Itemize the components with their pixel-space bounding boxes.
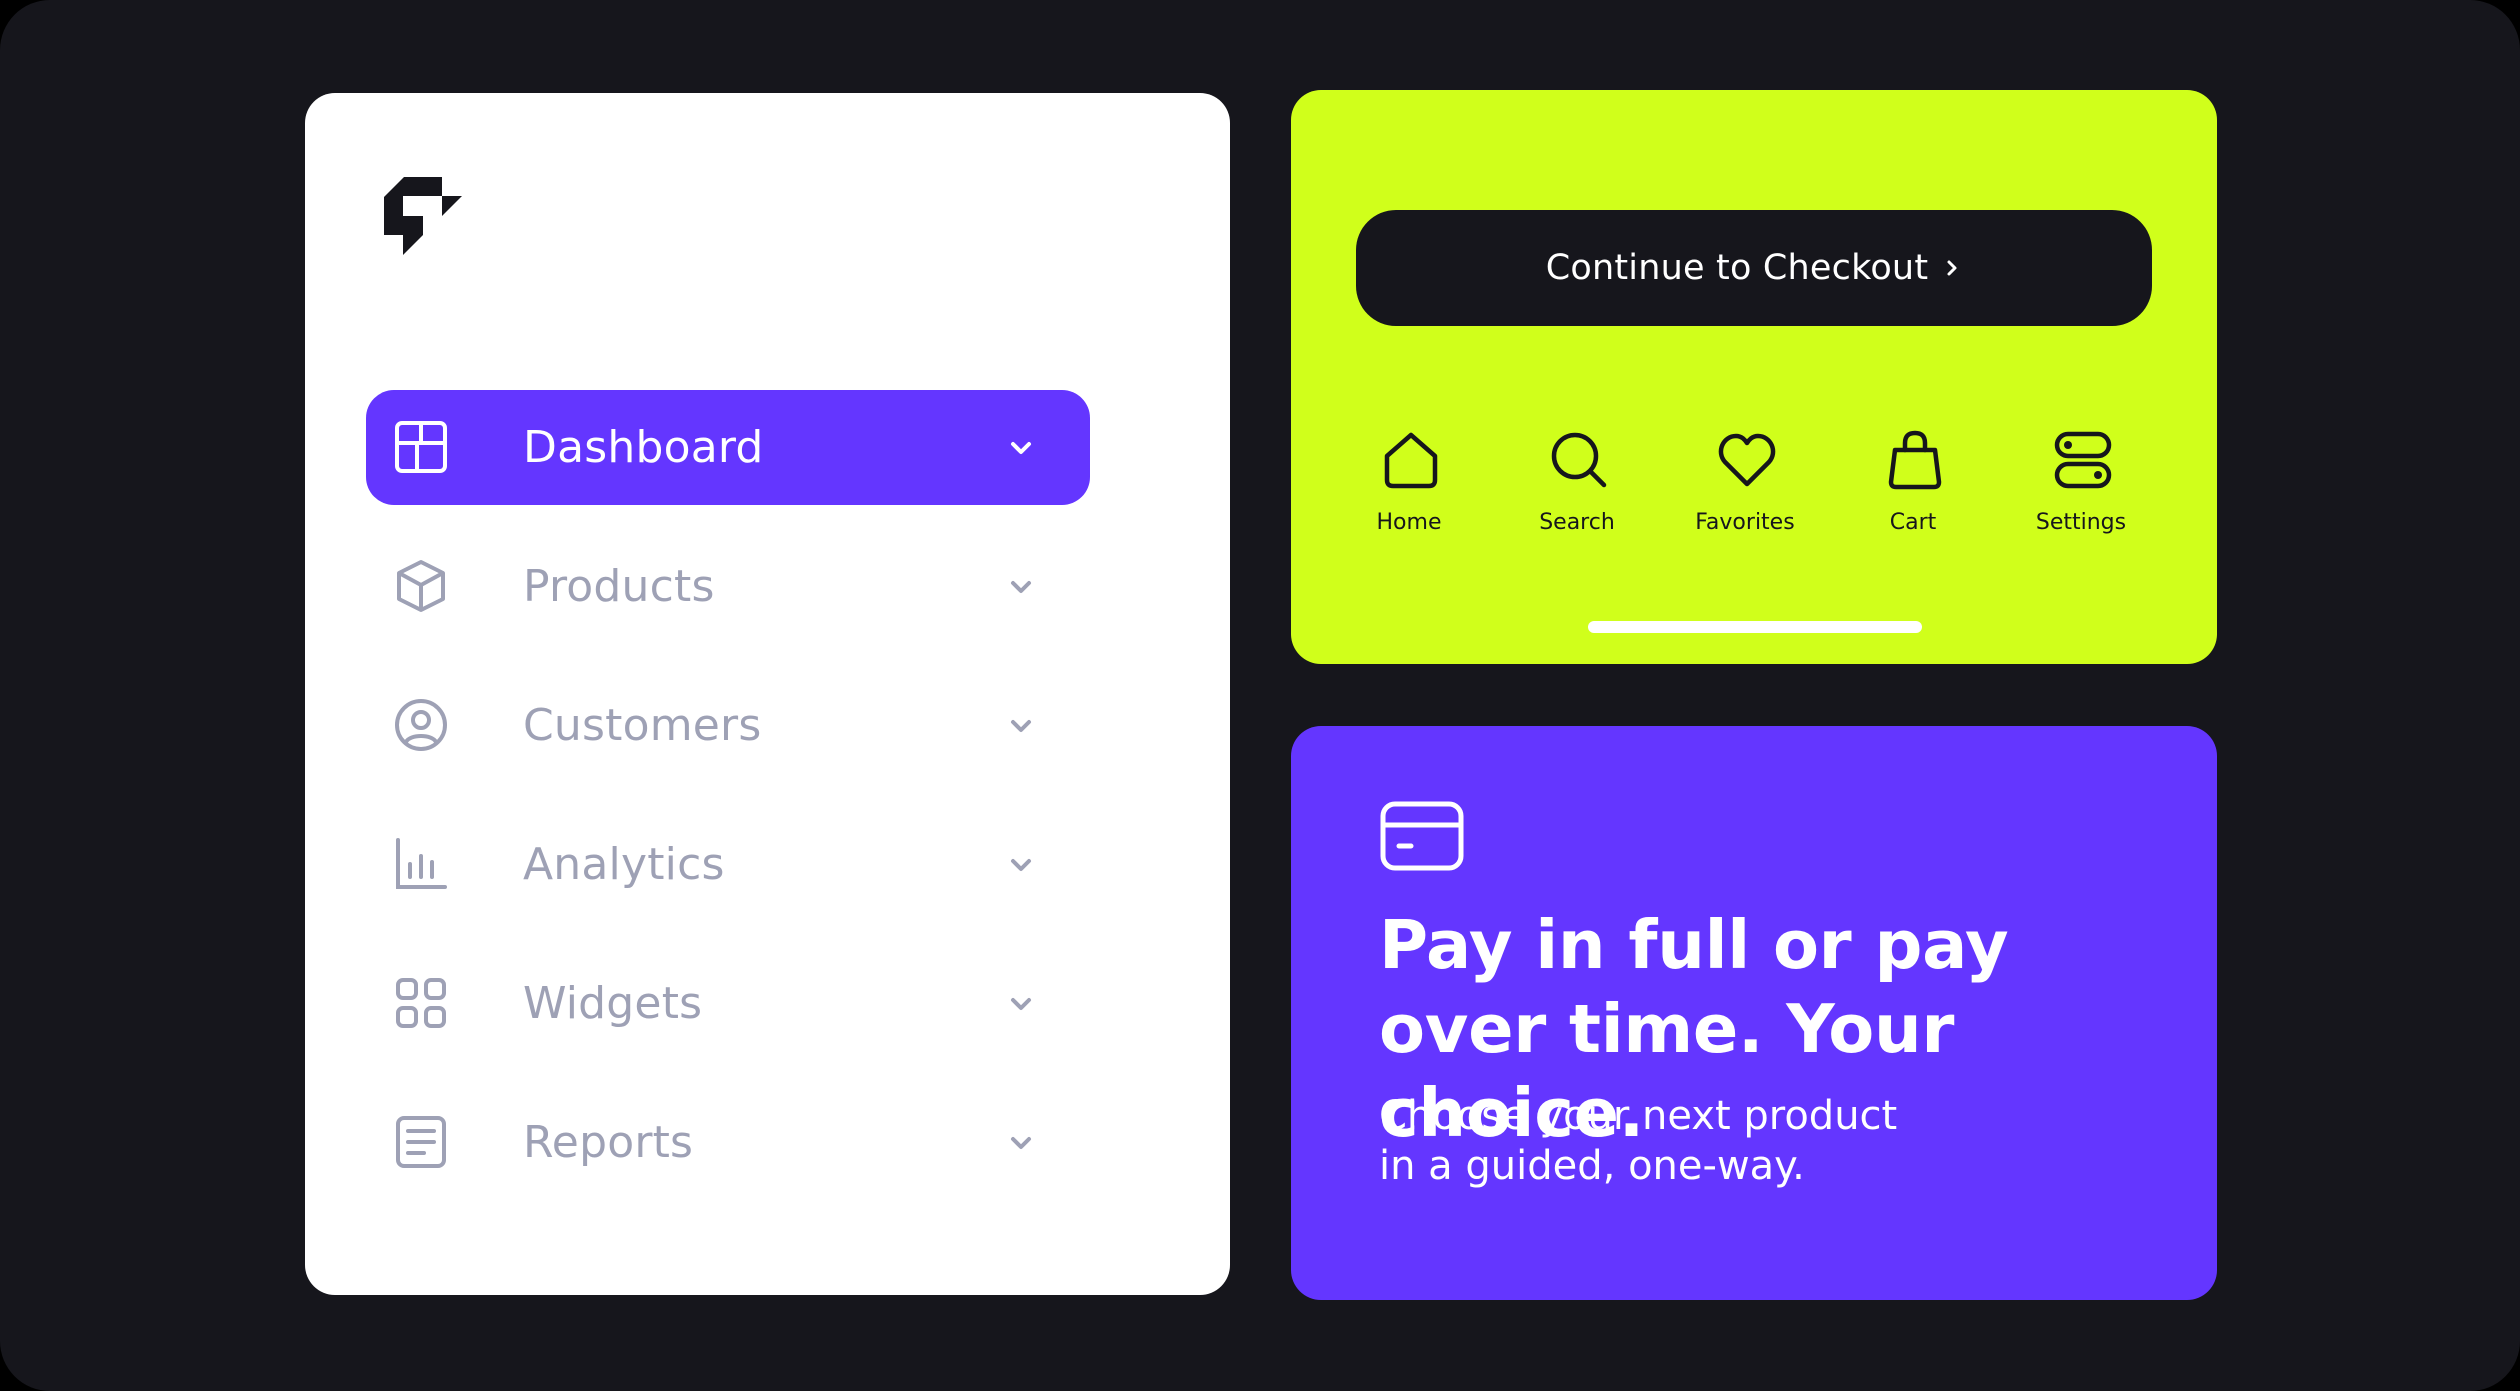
chevron-down-icon[interactable] bbox=[1006, 433, 1036, 463]
sidebar-item-analytics[interactable]: Analytics bbox=[366, 807, 1090, 922]
tab-label: Favorites bbox=[1695, 510, 1795, 535]
credit-card-icon bbox=[1379, 800, 1465, 872]
chevron-down-icon[interactable] bbox=[1006, 711, 1036, 741]
sidebar-nav: Dashboard Products Customers Analytics W… bbox=[366, 390, 1090, 1224]
sidebar-item-widgets[interactable]: Widgets bbox=[366, 946, 1090, 1061]
sidebar-item-label: Widgets bbox=[523, 978, 703, 1029]
heart-icon bbox=[1717, 430, 1777, 490]
continue-checkout-button[interactable]: Continue to Checkout bbox=[1356, 210, 2152, 326]
promo-subtext-line: Choose your next product bbox=[1379, 1093, 1898, 1139]
sidebar-item-customers[interactable]: Customers bbox=[366, 668, 1090, 783]
tab-search[interactable]: Search bbox=[1493, 430, 1661, 540]
bottom-tab-bar: Home Search Favorites Cart Settings bbox=[1291, 430, 2217, 540]
checkout-card: Continue to Checkout Home Search Favorit… bbox=[1291, 90, 2217, 664]
promo-subtext-line: in a guided, one-way. bbox=[1379, 1143, 1805, 1189]
box-icon bbox=[393, 558, 449, 614]
sidebar-item-label: Analytics bbox=[523, 839, 725, 890]
home-indicator bbox=[1588, 621, 1922, 633]
tab-label: Search bbox=[1539, 510, 1615, 535]
shopping-bag-icon bbox=[1885, 430, 1945, 490]
search-icon bbox=[1549, 430, 1609, 490]
document-icon bbox=[393, 1114, 449, 1170]
bar-chart-icon bbox=[393, 836, 449, 892]
tab-home[interactable]: Home bbox=[1325, 430, 1493, 540]
checkout-button-label: Continue to Checkout bbox=[1545, 248, 1929, 288]
sidebar-item-label: Customers bbox=[523, 700, 762, 751]
tab-cart[interactable]: Cart bbox=[1829, 430, 1997, 540]
promo-subtext: Choose your next product in a guided, on… bbox=[1379, 1091, 1979, 1191]
user-circle-icon bbox=[393, 697, 449, 753]
sidebar-item-label: Dashboard bbox=[523, 422, 764, 473]
chevron-right-icon bbox=[1942, 258, 1962, 278]
tab-label: Settings bbox=[2035, 510, 2127, 535]
grid-icon bbox=[393, 975, 449, 1031]
app-canvas: Dashboard Products Customers Analytics W… bbox=[0, 0, 2520, 1391]
sidebar-item-dashboard[interactable]: Dashboard bbox=[366, 390, 1090, 505]
sidebar-item-products[interactable]: Products bbox=[366, 529, 1090, 644]
brand-logo-icon[interactable] bbox=[384, 177, 462, 255]
tab-label: Cart bbox=[1889, 510, 1937, 535]
tab-label: Home bbox=[1376, 510, 1442, 535]
home-icon bbox=[1381, 430, 1441, 490]
sidebar-item-label: Products bbox=[523, 561, 715, 612]
sidebar-item-reports[interactable]: Reports bbox=[366, 1085, 1090, 1200]
chevron-down-icon[interactable] bbox=[1006, 572, 1036, 602]
sidebar-card: Dashboard Products Customers Analytics W… bbox=[305, 93, 1230, 1295]
chevron-down-icon[interactable] bbox=[1006, 1128, 1036, 1158]
payment-promo-card: Pay in full or pay over time. Your choic… bbox=[1291, 726, 2217, 1300]
chevron-down-icon[interactable] bbox=[1006, 989, 1036, 1019]
chevron-down-icon[interactable] bbox=[1006, 850, 1036, 880]
sidebar-item-label: Reports bbox=[523, 1117, 694, 1168]
tab-favorites[interactable]: Favorites bbox=[1661, 430, 1829, 540]
dashboard-icon bbox=[393, 419, 449, 475]
toggles-icon bbox=[2053, 430, 2113, 490]
tab-settings[interactable]: Settings bbox=[1997, 430, 2165, 540]
